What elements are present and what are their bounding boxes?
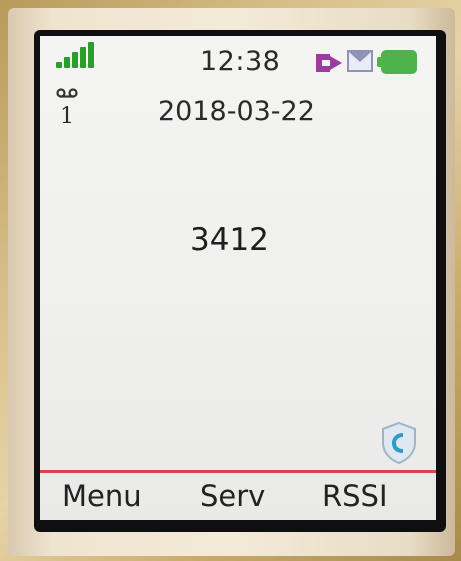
shield-phone-icon <box>382 421 416 465</box>
signal-bars-icon <box>56 42 100 68</box>
clock-time: 12:38 <box>200 46 281 77</box>
extension-number: 3412 <box>190 222 269 258</box>
phone-screen: 12:38 1 2018-03-22 3412 Menu Serv RSSI <box>40 36 436 520</box>
voicemail-icon <box>56 88 78 98</box>
softkey-bar: Menu Serv RSSI <box>40 473 436 520</box>
envelope-icon <box>347 50 373 72</box>
call-forward-icon <box>316 54 342 72</box>
serv-softkey[interactable]: Serv <box>200 479 265 513</box>
date-display: 2018-03-22 <box>158 96 315 127</box>
rssi-softkey[interactable]: RSSI <box>322 479 388 513</box>
menu-softkey[interactable]: Menu <box>62 479 142 513</box>
battery-full-icon <box>377 50 417 74</box>
voicemail-count: 1 <box>60 104 74 129</box>
